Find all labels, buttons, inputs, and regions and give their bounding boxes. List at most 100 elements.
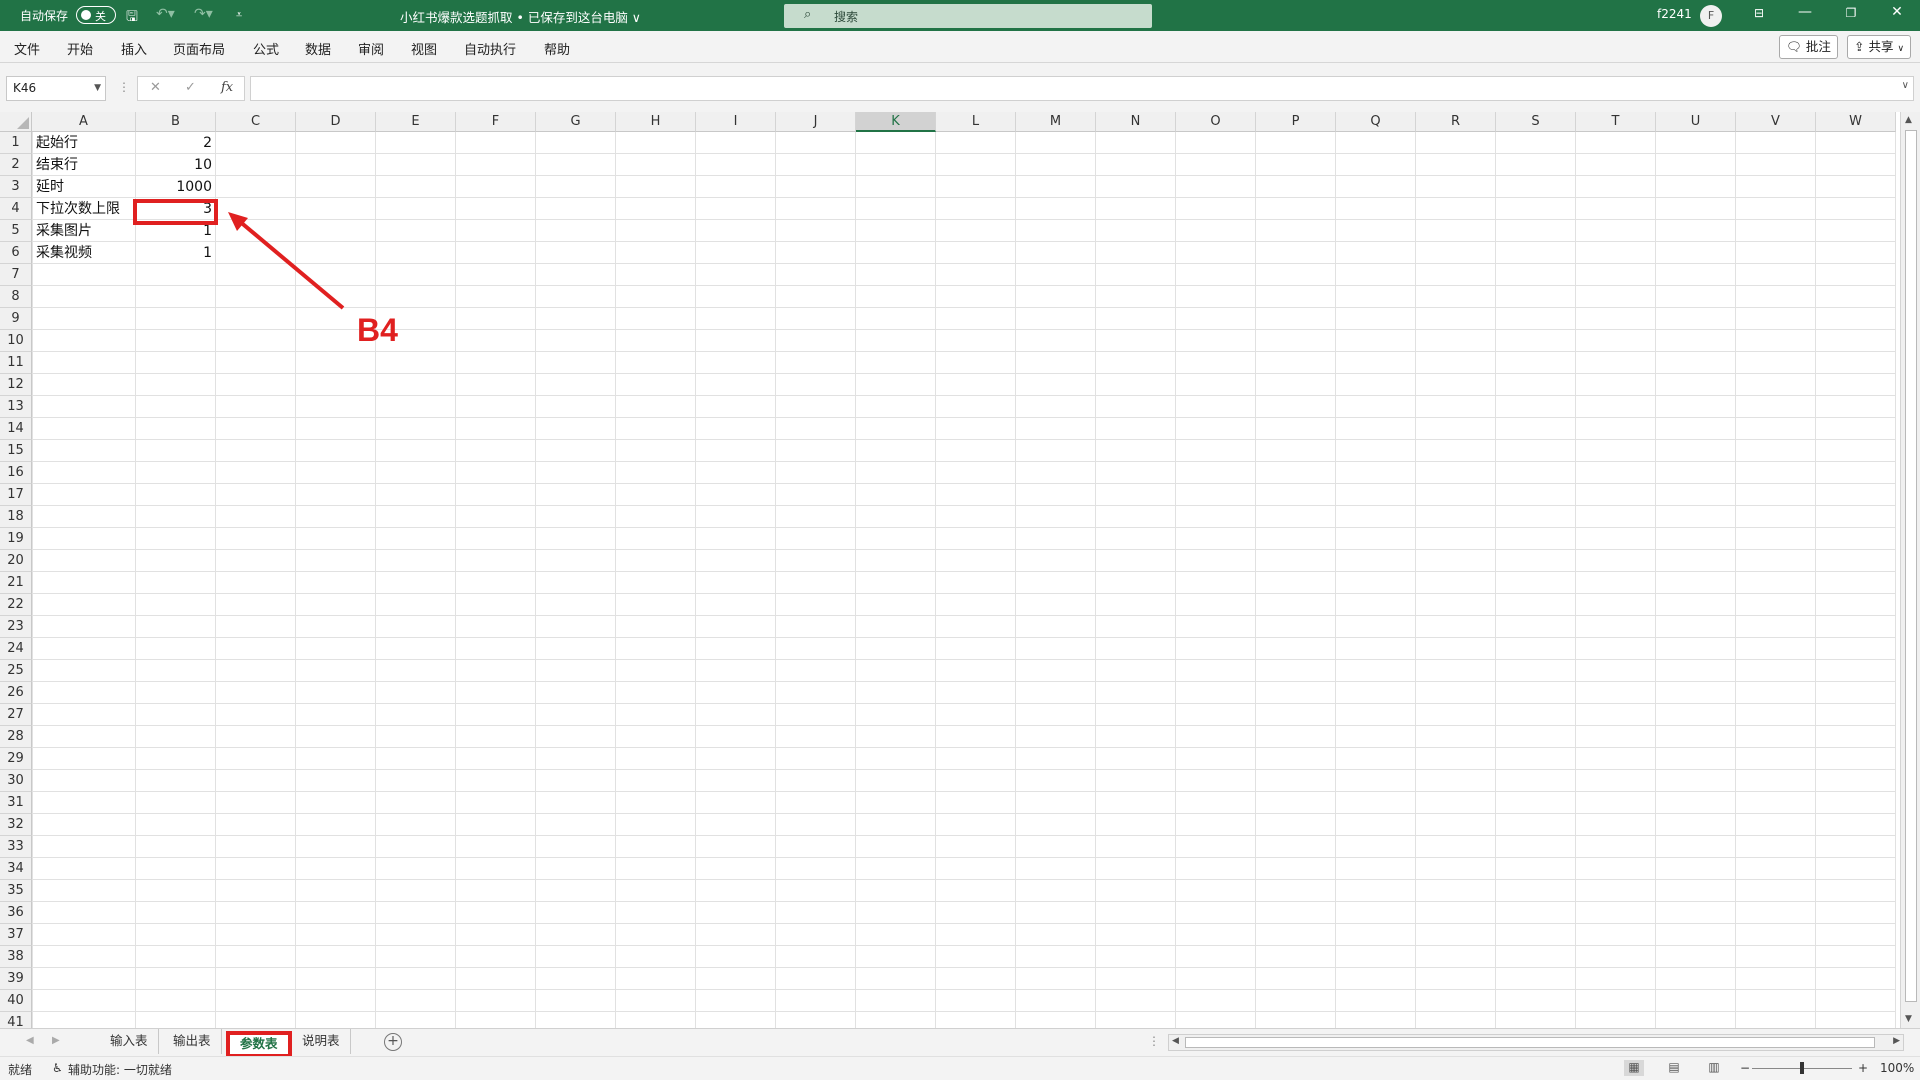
row-header-18[interactable]: 18 — [0, 506, 32, 528]
save-icon[interactable]: 🖫 — [126, 6, 138, 30]
tab-view[interactable]: 视图 — [411, 39, 437, 58]
search-box[interactable]: ⌕ 搜索 — [784, 4, 1152, 28]
document-title[interactable]: 小红书爆款选题抓取 • 已保存到这台电脑 ∨ — [400, 7, 641, 26]
row-header-36[interactable]: 36 — [0, 902, 32, 924]
scroll-left-icon[interactable]: ◀ — [1172, 1036, 1179, 1046]
column-header-f[interactable]: F — [456, 112, 536, 132]
cell-b1[interactable]: 2 — [136, 132, 216, 154]
zoom-slider-knob[interactable] — [1800, 1062, 1804, 1074]
scroll-up-icon[interactable]: ▲ — [1905, 115, 1912, 125]
restore-icon[interactable]: ❐ — [1836, 6, 1866, 20]
row-header-38[interactable]: 38 — [0, 946, 32, 968]
tab-page-layout[interactable]: 页面布局 — [173, 39, 225, 58]
enter-icon[interactable]: ✓ — [185, 80, 196, 95]
row-header-1[interactable]: 1 — [0, 132, 32, 154]
row-header-15[interactable]: 15 — [0, 440, 32, 462]
column-header-c[interactable]: C — [216, 112, 296, 132]
zoom-level[interactable]: 100% — [1880, 1061, 1914, 1075]
column-header-k[interactable]: K — [856, 112, 936, 132]
column-header-w[interactable]: W — [1816, 112, 1896, 132]
row-header-10[interactable]: 10 — [0, 330, 32, 352]
sheet-tab-2[interactable]: 输出表 — [163, 1029, 222, 1054]
scroll-down-icon[interactable]: ▼ — [1905, 1014, 1912, 1024]
scroll-thumb[interactable] — [1905, 130, 1917, 1002]
minimize-icon[interactable]: — — [1790, 4, 1820, 20]
select-all-corner[interactable] — [0, 112, 32, 132]
autosave-toggle[interactable]: 关 — [76, 6, 116, 24]
row-header-16[interactable]: 16 — [0, 462, 32, 484]
row-header-39[interactable]: 39 — [0, 968, 32, 990]
expand-formula-icon[interactable]: ∨ — [1902, 80, 1909, 91]
column-header-e[interactable]: E — [376, 112, 456, 132]
row-header-32[interactable]: 32 — [0, 814, 32, 836]
sheet-tab-1[interactable]: 输入表 — [100, 1029, 159, 1054]
row-header-12[interactable]: 12 — [0, 374, 32, 396]
column-header-v[interactable]: V — [1736, 112, 1816, 132]
sheet-tab-4[interactable]: 说明表 — [292, 1029, 351, 1054]
cell-a2[interactable]: 结束行 — [32, 154, 136, 176]
column-header-u[interactable]: U — [1656, 112, 1736, 132]
row-header-11[interactable]: 11 — [0, 352, 32, 374]
sheet-tab-3[interactable]: 参数表 — [226, 1031, 292, 1058]
zoom-slider[interactable] — [1752, 1062, 1852, 1074]
column-header-q[interactable]: Q — [1336, 112, 1416, 132]
insert-function-icon[interactable]: fx — [221, 80, 233, 95]
row-header-35[interactable]: 35 — [0, 880, 32, 902]
row-header-40[interactable]: 40 — [0, 990, 32, 1012]
add-sheet-icon[interactable]: + — [384, 1033, 402, 1051]
close-icon[interactable]: ✕ — [1882, 4, 1912, 20]
tab-file[interactable]: 文件 — [14, 39, 40, 58]
tab-home[interactable]: 开始 — [67, 39, 93, 58]
column-header-i[interactable]: I — [696, 112, 776, 132]
column-header-d[interactable]: D — [296, 112, 376, 132]
cell-a4[interactable]: 下拉次数上限 — [32, 198, 136, 220]
row-header-41[interactable]: 41 — [0, 1012, 32, 1028]
avatar[interactable]: F — [1700, 5, 1722, 27]
tab-help[interactable]: 帮助 — [544, 39, 570, 58]
row-header-27[interactable]: 27 — [0, 704, 32, 726]
tab-formulas[interactable]: 公式 — [253, 39, 279, 58]
row-header-17[interactable]: 17 — [0, 484, 32, 506]
column-header-r[interactable]: R — [1416, 112, 1496, 132]
row-header-13[interactable]: 13 — [0, 396, 32, 418]
row-header-4[interactable]: 4 — [0, 198, 32, 220]
row-header-7[interactable]: 7 — [0, 264, 32, 286]
name-box[interactable]: K46 ▼ — [6, 76, 106, 101]
row-header-20[interactable]: 20 — [0, 550, 32, 572]
page-break-view-icon[interactable]: ▥ — [1704, 1060, 1724, 1076]
row-header-5[interactable]: 5 — [0, 220, 32, 242]
row-header-26[interactable]: 26 — [0, 682, 32, 704]
row-header-31[interactable]: 31 — [0, 792, 32, 814]
row-header-2[interactable]: 2 — [0, 154, 32, 176]
ribbon-display-icon[interactable]: ⊟ — [1744, 6, 1774, 20]
tab-insert[interactable]: 插入 — [121, 39, 147, 58]
page-layout-view-icon[interactable]: ▤ — [1664, 1060, 1684, 1076]
column-header-s[interactable]: S — [1496, 112, 1576, 132]
formula-input[interactable]: ∨ — [250, 76, 1914, 101]
row-header-8[interactable]: 8 — [0, 286, 32, 308]
accessibility-status[interactable]: 辅助功能: 一切就绪 — [68, 1061, 172, 1078]
column-header-g[interactable]: G — [536, 112, 616, 132]
column-header-n[interactable]: N — [1096, 112, 1176, 132]
customize-toolbar-icon[interactable]: ⩡ — [236, 8, 242, 22]
row-header-6[interactable]: 6 — [0, 242, 32, 264]
row-header-21[interactable]: 21 — [0, 572, 32, 594]
cancel-icon[interactable]: ✕ — [150, 80, 161, 95]
tab-review[interactable]: 审阅 — [358, 39, 384, 58]
row-header-33[interactable]: 33 — [0, 836, 32, 858]
column-header-t[interactable]: T — [1576, 112, 1656, 132]
column-header-a[interactable]: A — [32, 112, 136, 132]
row-header-37[interactable]: 37 — [0, 924, 32, 946]
row-header-25[interactable]: 25 — [0, 660, 32, 682]
vertical-scrollbar[interactable]: ▲ ▼ — [1900, 112, 1920, 1028]
row-header-28[interactable]: 28 — [0, 726, 32, 748]
prev-sheet-icon[interactable]: ◀ — [26, 1035, 34, 1046]
column-header-j[interactable]: J — [776, 112, 856, 132]
row-header-22[interactable]: 22 — [0, 594, 32, 616]
row-header-34[interactable]: 34 — [0, 858, 32, 880]
column-header-o[interactable]: O — [1176, 112, 1256, 132]
column-header-m[interactable]: M — [1016, 112, 1096, 132]
share-button[interactable]: ⇪ 共享 ∨ — [1847, 35, 1912, 59]
row-header-23[interactable]: 23 — [0, 616, 32, 638]
horizontal-scroll-thumb[interactable] — [1185, 1037, 1875, 1048]
